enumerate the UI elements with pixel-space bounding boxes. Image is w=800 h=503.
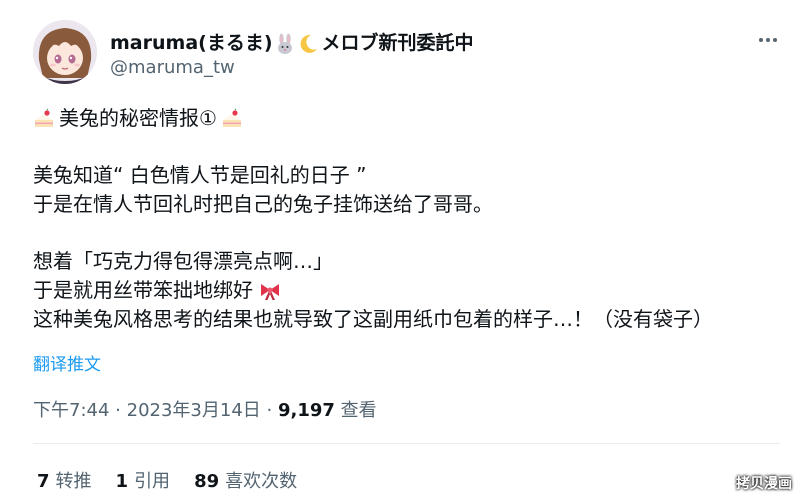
tweet-line-5: 于是就用丝带笨拙地绑好: [33, 278, 253, 302]
user-handle[interactable]: @maruma_tw: [110, 57, 235, 78]
likes-stat[interactable]: 89 喜欢次数: [194, 467, 297, 493]
views-label: 查看: [340, 400, 377, 421]
meta-separator: ·: [266, 400, 273, 421]
tweet-page: maruma(まるま) メロブ新刊委託中 @maruma_tw 美兔的秘密情报①…: [0, 0, 800, 503]
tweet-line-3: 于是在情人节回礼时把自己的兔子挂饰送给了哥哥。: [33, 192, 493, 216]
tweet-line-4: 想着「巧克力得包得漂亮点啊…」: [33, 249, 333, 273]
retweets-count: 7: [37, 471, 50, 492]
tweet-line-5-row: 于是就用丝带笨拙地绑好: [33, 276, 713, 305]
quotes-label: 引用: [134, 471, 171, 492]
more-options-button[interactable]: [752, 28, 784, 52]
divider: [33, 443, 780, 444]
tweet-meta: 下午7:44 · 2023年3月14日 · 9,197 查看: [33, 396, 377, 422]
tweet-date[interactable]: 2023年3月14日: [127, 400, 261, 421]
display-name[interactable]: maruma(まるま) メロブ新刊委託中: [110, 28, 474, 55]
quotes-count: 1: [115, 471, 129, 492]
likes-label: 喜欢次数: [225, 471, 298, 492]
tweet-line-1: 美兔的秘密情报①: [59, 106, 217, 130]
views-count: 9,197: [278, 400, 335, 421]
avatar[interactable]: [33, 20, 97, 84]
translate-tweet-link[interactable]: 翻译推文: [33, 350, 101, 375]
likes-count: 89: [194, 471, 220, 492]
meta-separator: ·: [115, 400, 121, 421]
tweet-text: 美兔的秘密情报① 美兔知道“ 白色情人节是回礼的日子 ” 于是在情人节回礼时把自…: [33, 104, 713, 334]
more-horizontal-icon: [759, 38, 777, 42]
tweet-time[interactable]: 下午7:44: [33, 400, 109, 421]
tweet-line-6: 这种美兔风格思考的结果也就导致了这副用纸巾包着的样子…！（没有袋子）: [33, 307, 713, 331]
tweet-line-2: 美兔知道“ 白色情人节是回礼的日子 ”: [33, 163, 367, 187]
tweet-title-line: 美兔的秘密情报①: [33, 104, 713, 133]
display-name-suffix: メロブ新刊委託中: [321, 32, 474, 54]
display-name-text: maruma(まるま): [110, 32, 273, 54]
shortcake-emoji-icon: [221, 108, 243, 130]
tweet-stats: 7 转推 1 引用 89 喜欢次数: [37, 467, 297, 493]
watermark: 拷贝漫画: [736, 476, 792, 492]
crescent-moon-emoji-icon: [297, 33, 319, 55]
shortcake-emoji-icon: [33, 108, 55, 130]
rabbit-emoji-icon: [274, 33, 296, 55]
ribbon-emoji-icon: [259, 280, 281, 302]
quotes-stat[interactable]: 1 引用: [116, 467, 171, 493]
avatar-illustration: [33, 20, 97, 84]
retweets-stat[interactable]: 7 转推: [37, 467, 92, 493]
retweets-label: 转推: [55, 471, 92, 492]
